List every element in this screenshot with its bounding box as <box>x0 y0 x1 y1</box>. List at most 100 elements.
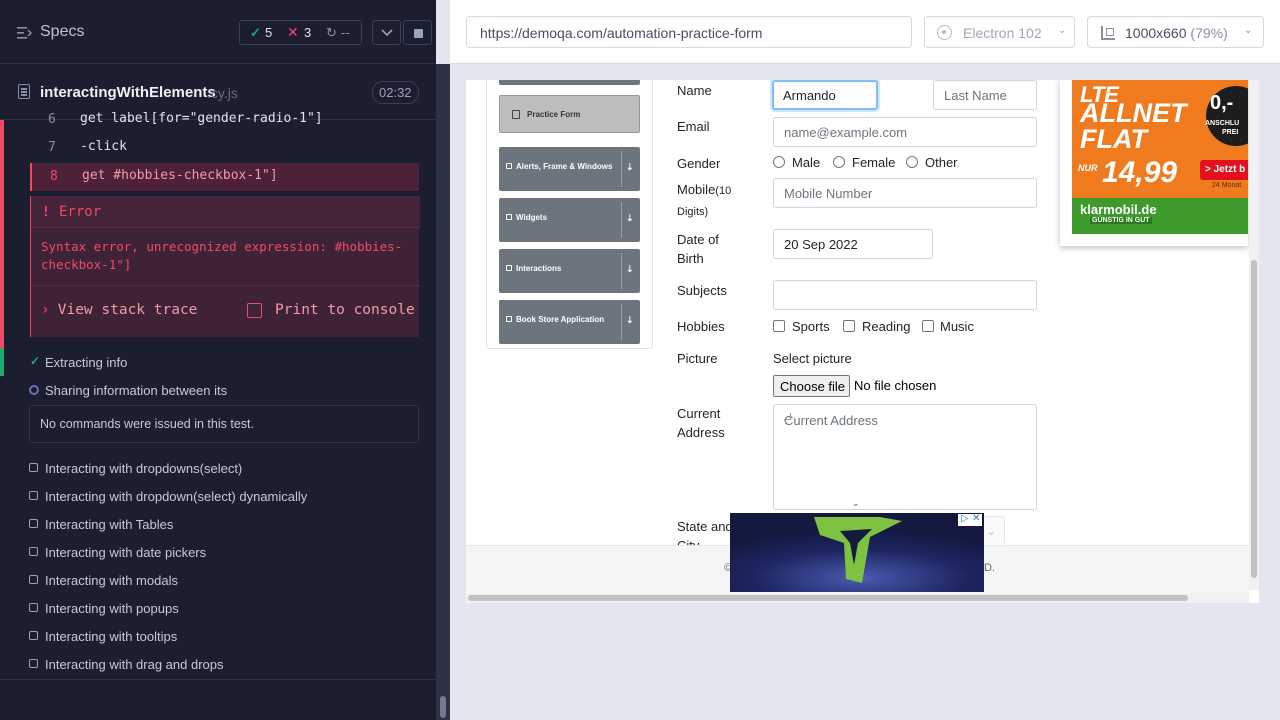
email-input[interactable]: name@example.com <box>773 117 1037 147</box>
menu-group-label: Alerts, Frame & Windows <box>516 162 613 171</box>
picture-label: Picture <box>677 351 718 366</box>
reporter-footer-divider <box>0 679 436 680</box>
spec-file-name[interactable]: interactingWithElements <box>40 84 216 101</box>
footer-text-end: D. <box>984 562 995 574</box>
gender-other-label[interactable]: Other <box>925 155 958 170</box>
menu-divider <box>621 304 622 340</box>
dob-input[interactable]: 20 Sep 2022 <box>773 229 933 259</box>
error-header: ! Error <box>31 196 420 228</box>
stop-button[interactable] <box>403 20 432 45</box>
chevron-down-icon: ⌄ <box>1058 25 1067 36</box>
specs-title[interactable]: Specs <box>40 23 84 41</box>
email-label: Email <box>677 119 710 134</box>
choose-file-button[interactable]: Choose file <box>773 375 850 397</box>
ad-nur: NUR <box>1078 163 1098 173</box>
menu-item-practice-form[interactable]: Practice Form <box>499 95 640 133</box>
window-icon <box>506 163 512 169</box>
gender-radio-other[interactable] <box>906 156 918 168</box>
form-icon <box>512 110 520 119</box>
command-row[interactable]: 6 get label[for="gender-radio-1"] <box>30 106 419 134</box>
command-row[interactable]: 7 -click <box>30 134 419 162</box>
gender-radio-female[interactable] <box>833 156 845 168</box>
ad-circle-text2: PREI <box>1222 129 1239 136</box>
address-placeholder: Current Address <box>784 413 878 428</box>
hobby-reading-label[interactable]: Reading <box>862 319 910 334</box>
pending-spinner-icon: ↻ <box>326 25 337 40</box>
dob-label: Date of Birth <box>677 232 719 266</box>
first-name-input[interactable]: Armando <box>772 80 878 110</box>
test-title: Interacting with drag and drops <box>45 657 224 672</box>
gender-radio-male[interactable] <box>773 156 785 168</box>
menu-group-alerts[interactable]: Alerts, Frame & Windows ⇣ <box>499 147 640 191</box>
hobby-checkbox-sports[interactable] <box>773 320 785 332</box>
test-title: Interacting with popups <box>45 601 179 616</box>
no-commands-text: No commands were issued in this test. <box>40 417 254 431</box>
stack-trace-label: View stack trace <box>57 302 198 318</box>
frame-vertical-scrollbar[interactable] <box>1249 80 1259 590</box>
ad-monat: 24 Monat <box>1212 182 1242 189</box>
menu-group-book-store[interactable]: Book Store Application ⇣ <box>499 300 640 344</box>
viewport-scale: (79%) <box>1190 25 1228 41</box>
pending-square-icon <box>29 463 38 472</box>
url-bar[interactable]: https://demoqa.com/automation-practice-f… <box>466 16 912 48</box>
last-name-input[interactable]: Last Name <box>933 80 1037 110</box>
document-icon <box>18 84 30 99</box>
subjects-input[interactable] <box>773 280 1037 310</box>
hobbies-label: Hobbies <box>677 319 725 334</box>
scrollbar-thumb[interactable] <box>1251 260 1257 578</box>
frame-horizontal-scrollbar[interactable] <box>466 593 1249 603</box>
specs-menu-icon[interactable] <box>17 26 32 40</box>
menu-group-interactions[interactable]: Interactions ⇣ <box>499 249 640 293</box>
gender-male-label[interactable]: Male <box>792 155 820 170</box>
error-title: Error <box>59 204 102 220</box>
ad-banner-bottom[interactable]: ▷ ✕ <box>730 513 984 592</box>
mobile-placeholder: Mobile Number <box>784 186 873 201</box>
menu-divider <box>621 253 622 289</box>
hobby-checkbox-reading[interactable] <box>843 320 855 332</box>
viewport-selector[interactable]: 1000x660 (79%) ⌄ <box>1087 16 1264 48</box>
viewport-size: 1000x660 <box>1125 25 1187 41</box>
ad-close-button[interactable]: ▷ ✕ <box>958 513 982 526</box>
command-number: 7 <box>48 140 56 155</box>
command-number: 6 <box>48 112 56 127</box>
chevron-right-icon: › <box>41 302 50 318</box>
resize-grip-icon[interactable] <box>784 413 791 420</box>
scrollbar-thumb[interactable] <box>440 696 446 718</box>
hobby-music-label[interactable]: Music <box>940 319 974 334</box>
error-panel: ! Error Syntax error, unrecognized expre… <box>30 196 420 337</box>
select-picture-label: Select picture <box>773 351 852 366</box>
ad-banner-klarmobil[interactable]: LTE ALLNET FLAT NUR 14,99 0,- ANSCHLU PR… <box>1060 80 1248 246</box>
menu-group-label: Widgets <box>516 213 548 222</box>
expand-collapse-button[interactable] <box>372 20 401 45</box>
hobby-checkbox-music[interactable] <box>922 320 934 332</box>
passed-count: 5 <box>265 25 273 40</box>
reporter-scrollbar[interactable] <box>436 64 450 720</box>
failed-test-indicator <box>0 120 4 348</box>
test-title: Interacting with Tables <box>45 517 174 532</box>
book-icon <box>506 316 512 322</box>
command-number: 8 <box>50 169 58 184</box>
hobby-sports-label[interactable]: Sports <box>792 319 830 334</box>
scrollbar-thumb[interactable] <box>468 595 1188 601</box>
gender-female-label[interactable]: Female <box>852 155 895 170</box>
ad-cta-button[interactable]: > Jetzt b <box>1200 160 1248 180</box>
menu-divider <box>621 151 622 187</box>
menu-divider <box>621 202 622 238</box>
ad-info-icon: ▷ <box>961 513 969 524</box>
browser-selector[interactable]: Electron 102 ⌄ <box>924 16 1075 48</box>
mobile-input[interactable]: Mobile Number <box>773 178 1037 208</box>
no-file-chosen-text: No file chosen <box>854 378 937 393</box>
url-text: https://demoqa.com/automation-practice-f… <box>480 25 763 41</box>
menu-group-widgets[interactable]: Widgets ⇣ <box>499 198 640 242</box>
view-stack-trace-button[interactable]: › View stack trace <box>41 302 197 318</box>
print-to-console-button[interactable]: Print to console <box>247 302 415 318</box>
menu-block-partial[interactable] <box>499 80 640 85</box>
electron-icon <box>937 25 952 40</box>
test-title: Sharing information between its <box>45 383 228 398</box>
specs-header: Specs ✓ 5 ✕ 3 ↻ -- <box>0 0 436 64</box>
current-address-textarea[interactable]: Current Address <box>773 404 1037 510</box>
test-stats: ✓ 5 ✕ 3 ↻ -- <box>239 20 362 45</box>
failed-command-row[interactable]: 8 get #hobbies-checkbox-1"] <box>30 163 419 191</box>
browser-name: Electron 102 <box>963 25 1042 41</box>
ad-cta-label: > Jetzt b <box>1205 164 1246 175</box>
